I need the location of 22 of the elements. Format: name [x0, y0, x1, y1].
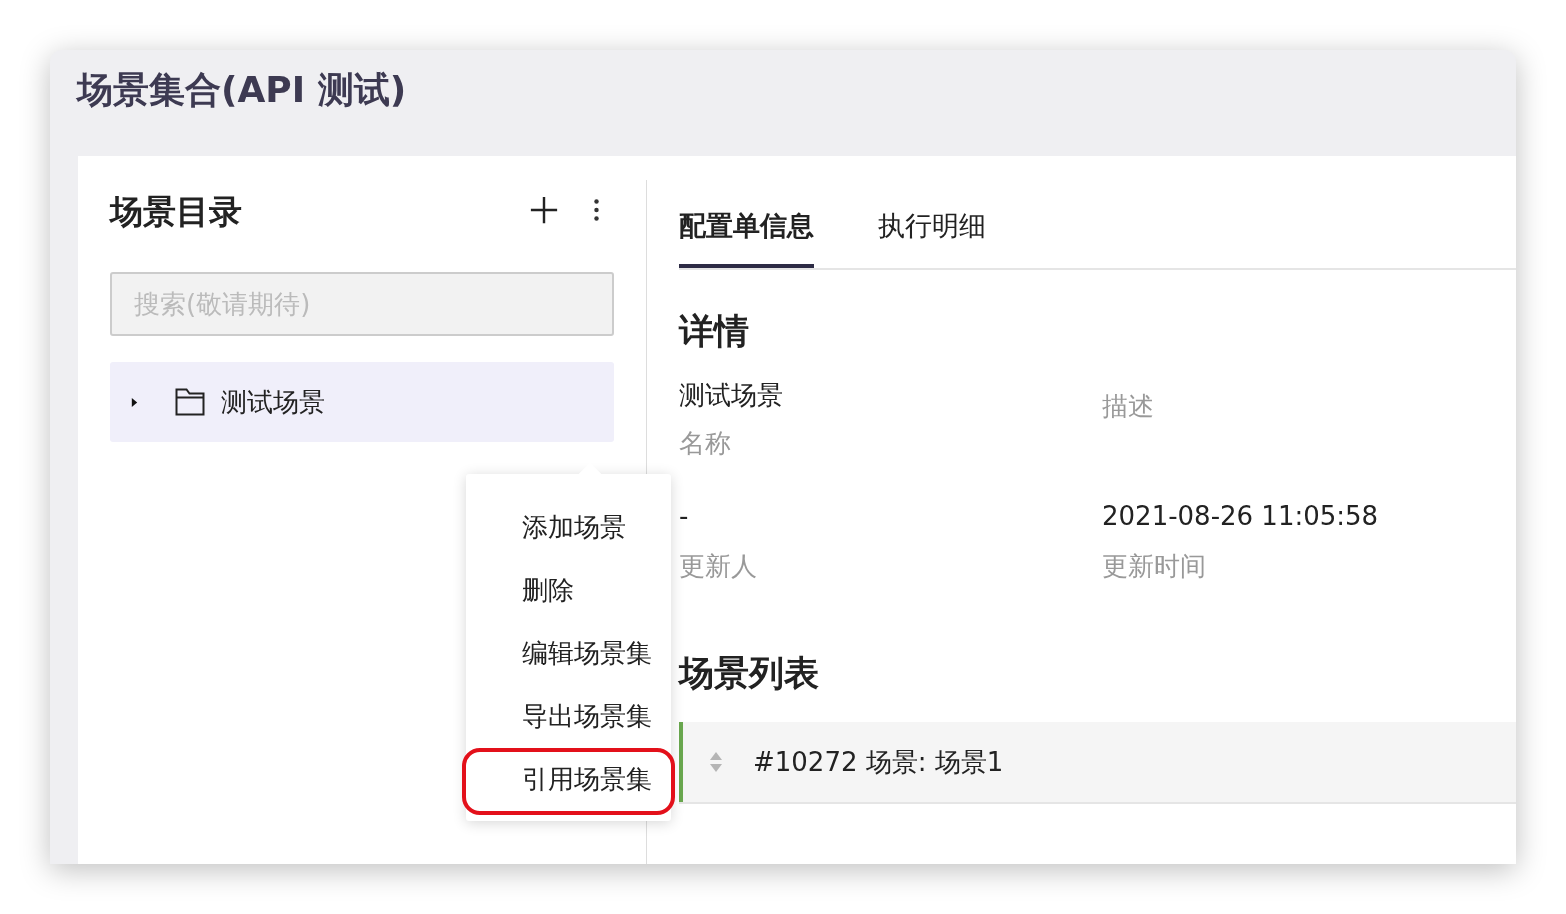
menu-item[interactable]: 添加场景: [466, 496, 671, 559]
section-heading: 场景列表: [679, 652, 819, 695]
field-label: 名称: [679, 427, 731, 460]
field-value: -: [679, 501, 689, 533]
menu-item[interactable]: 导出场景集: [466, 685, 671, 748]
folder-icon: [175, 388, 205, 416]
field-label: 更新人: [679, 550, 757, 583]
list-row[interactable]: #10272 场景: 场景1: [679, 722, 1516, 804]
tab[interactable]: 配置单信息: [679, 178, 814, 268]
more-icon[interactable]: [593, 198, 600, 222]
field-label: 更新时间: [1102, 550, 1206, 583]
sidebar-title: 场景目录: [110, 191, 243, 233]
menu-item[interactable]: 删除: [466, 559, 671, 622]
section-heading: 详情: [679, 310, 749, 353]
field-value: 测试场景: [679, 379, 783, 412]
tree-item[interactable]: 测试场景: [110, 362, 614, 442]
menu-item[interactable]: 编辑场景集: [466, 622, 671, 685]
window-title: 场景集合(API 测试): [75, 68, 407, 112]
tab[interactable]: 执行明细: [878, 178, 986, 268]
add-icon[interactable]: [529, 195, 559, 225]
field-label: 描述: [1102, 390, 1154, 423]
field-value: 2021-08-26 11:05:58: [1102, 501, 1379, 533]
